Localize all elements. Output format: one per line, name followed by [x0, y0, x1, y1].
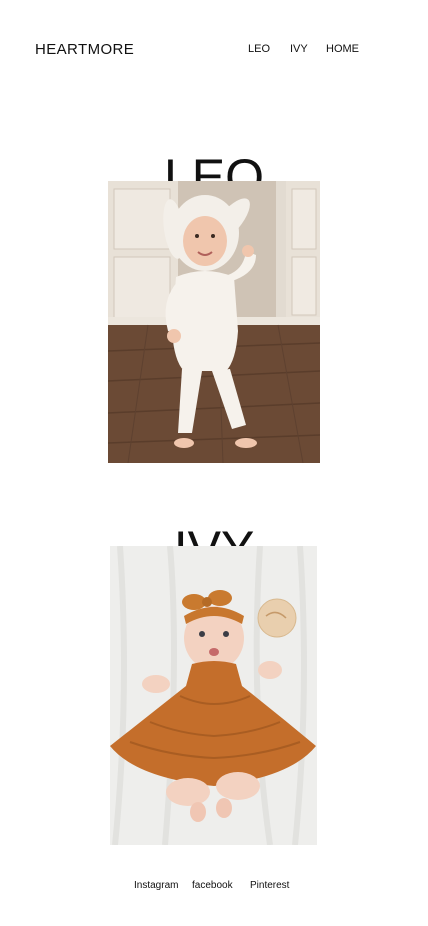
nav-link-ivy[interactable]: IVY [290, 43, 308, 55]
site-footer: Instagram facebook Pinterest [0, 880, 428, 900]
footer-link-pinterest[interactable]: Pinterest [250, 880, 289, 891]
footer-link-facebook[interactable]: facebook [192, 880, 233, 891]
nav-link-leo[interactable]: LEO [248, 43, 270, 55]
brand-logo-link[interactable]: HEARTMORE [35, 41, 134, 58]
baby-in-orange-dress-image [110, 546, 317, 845]
footer-link-instagram[interactable]: Instagram [134, 880, 178, 891]
photo-leo[interactable] [108, 181, 320, 463]
baby-in-bunny-hat-image [108, 181, 320, 463]
site-header: HEARTMORE LEO IVY HOME [0, 0, 428, 100]
nav-link-home[interactable]: HOME [326, 43, 359, 55]
photo-ivy[interactable] [110, 546, 317, 845]
